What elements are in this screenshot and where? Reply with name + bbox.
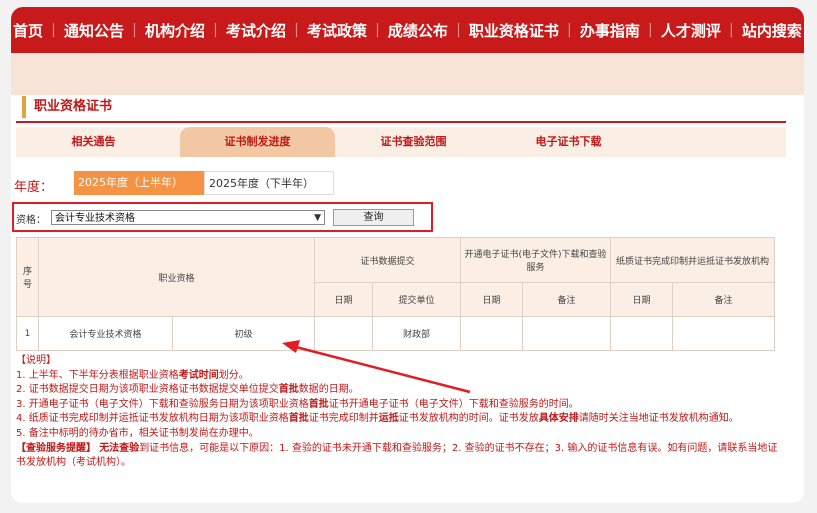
col-ecert-header: 开通电子证书(电子文件)下载和查验服务 xyxy=(460,237,612,283)
col-paper-date: 日期 xyxy=(610,282,674,317)
nav-guide[interactable]: 办事指南 xyxy=(580,20,640,41)
row-ecert-note xyxy=(522,316,612,351)
header-band xyxy=(11,53,804,95)
row-level: 初级 xyxy=(171,316,316,351)
nav-separator: | xyxy=(213,22,218,38)
nav-separator: | xyxy=(51,22,56,38)
notes-heading: 【说明】 xyxy=(16,355,56,366)
tab-verify-scope[interactable]: 证书查验范围 xyxy=(336,127,491,157)
row-submit-date xyxy=(314,316,374,351)
note-1: 1. 上半年、下半年分表根据职业资格考试时间划分。 xyxy=(16,369,249,381)
col-qualification-header: 职业资格 xyxy=(37,237,316,317)
query-box: 资格： 会计专业技术资格 ▼ 查询 xyxy=(12,202,433,232)
qualification-select[interactable]: 会计专业技术资格 ▼ xyxy=(51,210,325,225)
progress-table: 序号 职业资格 证书数据提交 开通电子证书(电子文件)下载和查验服务 纸质证书完… xyxy=(16,237,776,351)
col-seq-header: 序号 xyxy=(16,237,39,317)
table-header-row: 序号 职业资格 证书数据提交 开通电子证书(电子文件)下载和查验服务 纸质证书完… xyxy=(16,237,776,317)
top-nav: 首页 | 通知公告 | 机构介绍 | 考试介绍 | 考试政策 | 成绩公布 | 职业资格证书… xyxy=(11,7,804,53)
year-label: 年度： xyxy=(14,180,54,195)
tab-notices[interactable]: 相关通告 xyxy=(16,127,171,157)
section-title: 职业资格证书 xyxy=(22,96,112,118)
table-row: 1 会计专业技术资格 初级 财政部 xyxy=(16,316,776,351)
tab-bar: 相关通告 证书制发进度 证书查验范围 电子证书下载 xyxy=(16,127,786,157)
nav-separator: | xyxy=(729,22,734,38)
nav-separator: | xyxy=(648,22,653,38)
row-ecert-date xyxy=(460,316,524,351)
nav-assessment[interactable]: 人才测评 xyxy=(661,20,721,41)
nav-separator: | xyxy=(294,22,299,38)
row-seq: 1 xyxy=(16,316,39,351)
nav-about[interactable]: 机构介绍 xyxy=(145,20,205,41)
col-submit-unit: 提交单位 xyxy=(372,282,462,317)
note-5: 5. 备注中标明的待办省市，相关证书制发尚在办理中。 xyxy=(16,427,259,439)
nav-separator: | xyxy=(456,22,461,38)
tab-ecert-download[interactable]: 电子证书下载 xyxy=(491,127,646,157)
chevron-down-icon: ▼ xyxy=(314,213,321,223)
row-paper-note xyxy=(672,316,776,351)
nav-exam-policy[interactable]: 考试政策 xyxy=(307,20,367,41)
note-4: 4. 纸质证书完成印制并运抵证书发放机构日期为该项职业资格首批证书完成印制并运抵… xyxy=(16,413,739,425)
row-qualification: 会计专业技术资格 xyxy=(38,316,173,351)
nav-site-search[interactable]: 站内搜索 xyxy=(742,20,802,41)
col-submit-header: 证书数据提交 xyxy=(314,237,462,283)
nav-separator: | xyxy=(132,22,137,38)
tab-progress[interactable]: 证书制发进度 xyxy=(180,127,335,157)
qualification-label: 资格： xyxy=(16,215,46,226)
nav-announcements[interactable]: 通知公告 xyxy=(64,20,124,41)
row-submit-unit: 财政部 xyxy=(372,316,462,351)
note-2: 2. 证书数据提交日期为该项职业资格证书数据提交单位提交首批数据的日期。 xyxy=(16,384,359,396)
col-paper-note: 备注 xyxy=(672,282,776,317)
col-submit-date: 日期 xyxy=(314,282,374,317)
nav-separator: | xyxy=(567,22,572,38)
note-3: 3. 开通电子证书（电子文件）下载和查验服务日期为该项职业资格首批证书开通电子证… xyxy=(16,398,579,410)
col-ecert-date: 日期 xyxy=(460,282,524,317)
nav-certificates[interactable]: 职业资格证书 xyxy=(469,20,559,41)
qualification-select-value: 会计专业技术资格 xyxy=(55,213,135,224)
query-button[interactable]: 查询 xyxy=(333,209,414,226)
year-second-half-button[interactable]: 2025年度（下半年） xyxy=(204,171,334,195)
nav-exam-intro[interactable]: 考试介绍 xyxy=(226,20,286,41)
nav-scores[interactable]: 成绩公布 xyxy=(388,20,448,41)
nav-separator: | xyxy=(375,22,380,38)
year-first-half-button[interactable]: 2025年度（上半年） xyxy=(74,171,204,195)
nav-home[interactable]: 首页 xyxy=(13,20,43,41)
col-ecert-note: 备注 xyxy=(522,282,612,317)
row-paper-date xyxy=(610,316,674,351)
section-divider xyxy=(16,121,786,123)
notes-section: 【说明】 1. 上半年、下半年分表根据职业资格考试时间划分。 2. 证书数据提交… xyxy=(16,354,786,471)
verify-reminder: 【查验服务提醒】 无法查验到证书信息，可能是以下原因：1. 查验的证书未开通下载… xyxy=(16,442,778,469)
col-paper-header: 纸质证书完成印制并运抵证书发放机构 xyxy=(610,237,776,283)
